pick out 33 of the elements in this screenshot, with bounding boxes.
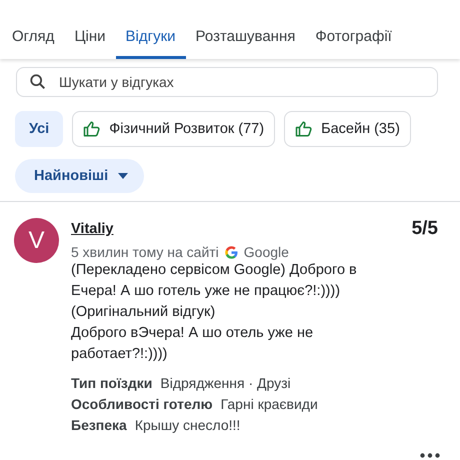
tab[interactable]: Відгуки xyxy=(116,22,186,59)
avatar: V xyxy=(14,218,59,263)
review-text-line: (Перекладено сервісом Google) Доброго в xyxy=(71,261,358,280)
detail-label: Тип поїздки xyxy=(71,374,152,393)
detail-label: Безпека xyxy=(71,416,127,435)
detail-value: Гарні краєвиди xyxy=(220,395,318,414)
detail-value: Крышу снесло!!! xyxy=(134,416,240,435)
detail-label: Особливості готелю xyxy=(71,395,213,414)
tab[interactable]: Огляд xyxy=(0,22,64,59)
more-icon[interactable] xyxy=(420,453,440,458)
tab[interactable]: Розташування xyxy=(186,22,306,59)
search-icon xyxy=(29,73,47,91)
author-link[interactable]: Vitaliy xyxy=(71,221,114,237)
review-text-line: Доброго вЭчера! А шо отель уже не xyxy=(71,324,314,343)
review-text-line: Ечера! А шо готель уже не працює?!:)))) xyxy=(71,282,342,301)
tab[interactable]: Ціни xyxy=(64,22,116,59)
review-text-line: (Оригінальний відгук) xyxy=(71,303,216,322)
search-input[interactable]: Шукати у відгуках xyxy=(57,73,425,91)
search-field[interactable]: Шукати у відгуках xyxy=(16,67,438,97)
thumbs-up-icon xyxy=(295,120,314,138)
sort-dropdown[interactable]: Найновіші xyxy=(15,159,144,193)
thumbs-up-icon xyxy=(83,120,102,138)
filter-chip[interactable]: Басейн (35) xyxy=(284,111,411,147)
review-time: 5 хвилин тому на сайті xyxy=(71,244,219,260)
review-source: Google xyxy=(244,244,289,260)
caret-icon xyxy=(118,173,128,179)
filter-chip[interactable]: Фізичний Розвиток (77) xyxy=(72,111,276,147)
detail-value: Відрядження · Друзі xyxy=(160,374,291,393)
filter-chip[interactable]: Усі xyxy=(15,111,64,147)
tab[interactable]: Фотографії xyxy=(305,22,402,59)
review-text-line: работает?!:)))) xyxy=(71,345,168,364)
review-score: 5/5 xyxy=(412,218,438,240)
google-logo-icon xyxy=(224,244,239,260)
